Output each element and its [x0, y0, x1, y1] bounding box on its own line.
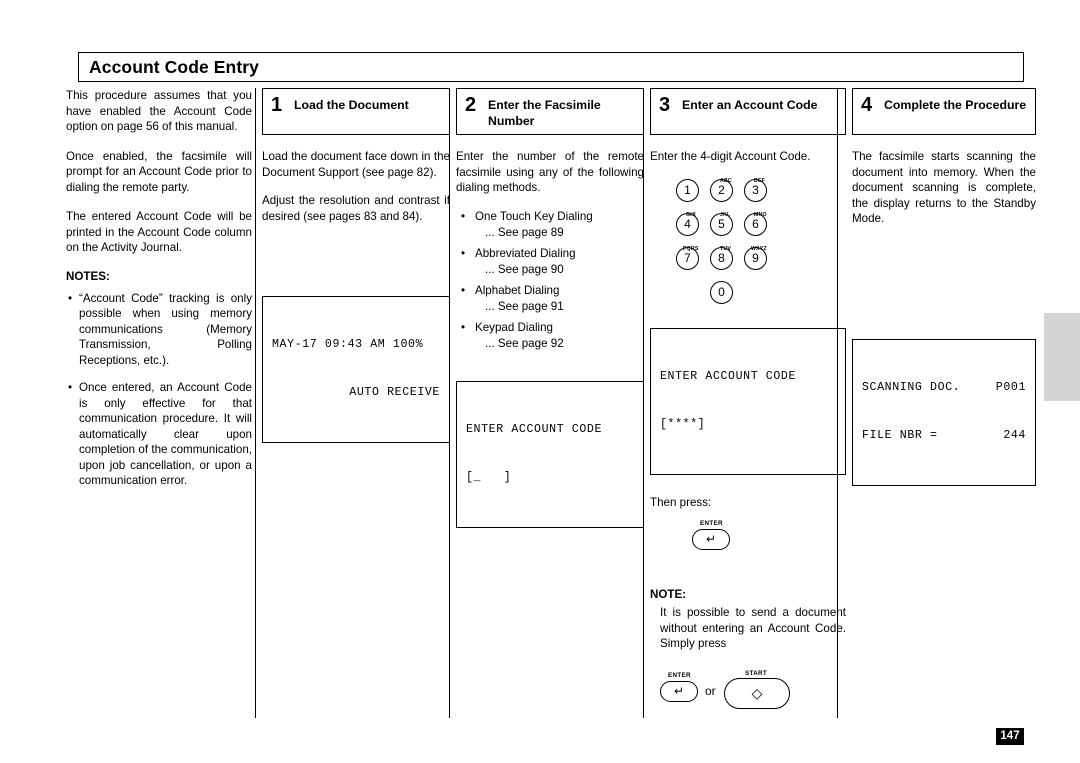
keypad-key-6[interactable]: MNO 6 — [744, 212, 767, 236]
keypad-letters-4: GHI — [686, 211, 696, 218]
list-item: “Account Code” tracking is only possible… — [66, 291, 252, 369]
start-diamond-icon: ◇ — [751, 684, 763, 701]
step-4-header: 4 Complete the Procedure — [852, 88, 1036, 135]
dialing-methods-list: One Touch Key Dialing ... See page 89 Ab… — [456, 209, 644, 352]
lcd-line-1: MAY-17 09:43 AM 100% — [272, 338, 424, 351]
dial-method-ref: ... See page 91 — [485, 299, 564, 313]
keypad-letters-3: DEF — [754, 177, 765, 184]
lcd-line-1: ENTER ACCOUNT CODE — [660, 369, 797, 383]
intro-column: This procedure assumes that you have ena… — [66, 88, 252, 718]
list-item: Abbreviated Dialing ... See page 90 — [456, 246, 644, 278]
enter-key-label-2: ENTER — [668, 671, 691, 679]
dial-method-label: Alphabet Dialing — [475, 283, 560, 297]
step-4-paragraph-1: The facsimile starts scanning the docume… — [852, 150, 1036, 225]
step-3-number: 3 — [659, 94, 671, 116]
then-press-text: Then press: — [650, 495, 712, 509]
keypad-letters-2: ABC — [720, 177, 732, 184]
keypad-key-3[interactable]: DEF 3 — [744, 178, 767, 202]
step-2-number: 2 — [465, 94, 477, 116]
step-1-column: 1 Load the Document Load the document fa… — [262, 88, 450, 718]
keypad-key-9[interactable]: WXYZ 9 — [744, 246, 767, 270]
numeric-keypad[interactable]: 1 ABC 2 DEF 3 GHI 4 JKL 5 MNO 6 PQRS 7 T… — [676, 178, 786, 304]
step-3-note-heading: NOTE: — [650, 588, 687, 601]
step-4-title: Complete the Procedure — [884, 98, 1027, 112]
keypad-key-2[interactable]: ABC 2 — [710, 178, 733, 202]
keypad-key-8[interactable]: TUV 8 — [710, 246, 733, 270]
step-2-column: 2 Enter the Facsimile Number Enter the n… — [456, 88, 644, 718]
list-item: Keypad Dialing ... See page 92 — [456, 320, 644, 352]
step-1-lcd-display: MAY-17 09:43 AM 100% AUTO RECEIVE — [262, 296, 450, 443]
enter-or-start-group: ENTER ↵ or START ◇ — [650, 669, 846, 718]
intro-paragraph-1: This procedure assumes that you have ena… — [66, 89, 252, 133]
keypad-letters-6: MNO — [754, 211, 767, 218]
keypad-key-7[interactable]: PQRS 7 — [676, 246, 699, 270]
keypad-key-0[interactable]: 0 — [710, 280, 733, 304]
lcd-line-1: ENTER ACCOUNT CODE — [466, 422, 603, 436]
step-4-number: 4 — [861, 94, 873, 116]
lcd-line-1-right: P001 — [995, 380, 1026, 394]
keypad-letters-7: PQRS — [683, 245, 699, 252]
keypad-key-5[interactable]: JKL 5 — [710, 212, 733, 236]
page-title: Account Code Entry — [89, 57, 260, 77]
step-3-paragraph-1: Enter the 4-digit Account Code. — [650, 150, 811, 163]
step-2-header: 2 Enter the Facsimile Number — [456, 88, 644, 135]
step-1-header: 1 Load the Document — [262, 88, 450, 135]
dial-method-ref: ... See page 89 — [485, 225, 564, 239]
step-3-title: Enter an Account Code — [682, 98, 818, 112]
intro-paragraph-3: The entered Account Code will be printed… — [66, 210, 252, 254]
page-number: 147 — [996, 728, 1024, 745]
or-label: or — [705, 683, 716, 698]
enter-key-label-1: ENTER — [700, 520, 723, 527]
step-3-header: 3 Enter an Account Code — [650, 88, 846, 135]
list-item: Once entered, an Account Code is only ef… — [66, 380, 252, 489]
dial-method-ref: ... See page 90 — [485, 262, 564, 276]
lcd-line-2-left: FILE NBR = — [862, 428, 938, 442]
lcd-line-2: AUTO RECEIVE — [349, 386, 440, 399]
start-key[interactable]: ◇ — [724, 677, 790, 709]
notes-list: “Account Code” tracking is only possible… — [66, 291, 252, 489]
step-3-column: 3 Enter an Account Code Enter the 4-digi… — [650, 88, 846, 718]
lcd-line-1-left: SCANNING DOC. — [862, 380, 961, 394]
keypad-letters-9: WXYZ — [751, 245, 767, 252]
keypad-digit-0: 0 — [718, 284, 725, 299]
step-4-lcd-display: SCANNING DOC. P001 FILE NBR = 244 — [852, 338, 1036, 486]
chapter-side-tab — [1044, 313, 1080, 401]
page-title-box: Account Code Entry — [78, 52, 1024, 82]
dial-method-ref: ... See page 92 — [485, 336, 564, 350]
keypad-letters-8: TUV — [720, 245, 731, 252]
start-key-label: START — [745, 669, 768, 677]
keypad-key-4[interactable]: GHI 4 — [676, 212, 699, 236]
notes-heading: NOTES: — [66, 269, 110, 283]
enter-key-group-1: ENTER ↵ — [650, 520, 846, 560]
enter-arrow-icon: ↵ — [705, 532, 717, 546]
procedure-content: This procedure assumes that you have ena… — [66, 88, 1036, 718]
lcd-line-2-right: 244 — [1003, 428, 1026, 442]
dial-method-label: Abbreviated Dialing — [475, 246, 576, 260]
step-1-number: 1 — [271, 94, 283, 116]
keypad-key-1[interactable]: 1 — [676, 178, 699, 202]
step-3-note-body: It is possible to send a document withou… — [660, 606, 846, 650]
dial-method-label: Keypad Dialing — [475, 320, 553, 334]
enter-arrow-icon: ↵ — [673, 683, 685, 698]
step-1-paragraph-1: Load the document face down in the Docum… — [262, 150, 450, 179]
column-divider-1 — [255, 88, 256, 718]
step-2-title: Enter the Facsimile Number — [488, 98, 601, 128]
step-1-paragraph-2: Adjust the resolution and contrast if de… — [262, 194, 450, 223]
keypad-letters-5: JKL — [720, 211, 731, 218]
step-2-lcd-display: ENTER ACCOUNT CODE [_ ] — [456, 380, 644, 528]
lcd-line-2: [_ ] — [466, 470, 512, 484]
enter-key-2[interactable]: ↵ — [660, 680, 698, 702]
step-1-title: Load the Document — [294, 98, 409, 112]
keypad-digit-1: 1 — [684, 182, 691, 197]
dial-method-label: One Touch Key Dialing — [475, 209, 593, 223]
list-item: Alphabet Dialing ... See page 91 — [456, 283, 644, 315]
step-4-column: 4 Complete the Procedure The facsimile s… — [852, 88, 1036, 718]
list-item: One Touch Key Dialing ... See page 89 — [456, 209, 644, 241]
step-3-lcd-display: ENTER ACCOUNT CODE [****] — [650, 327, 846, 475]
enter-key-1[interactable]: ↵ — [692, 529, 730, 550]
intro-paragraph-2: Once enabled, the facsimile will prompt … — [66, 149, 252, 194]
step-2-paragraph-1: Enter the number of the remote facsimile… — [456, 150, 644, 194]
lcd-line-2: [****] — [660, 417, 706, 431]
